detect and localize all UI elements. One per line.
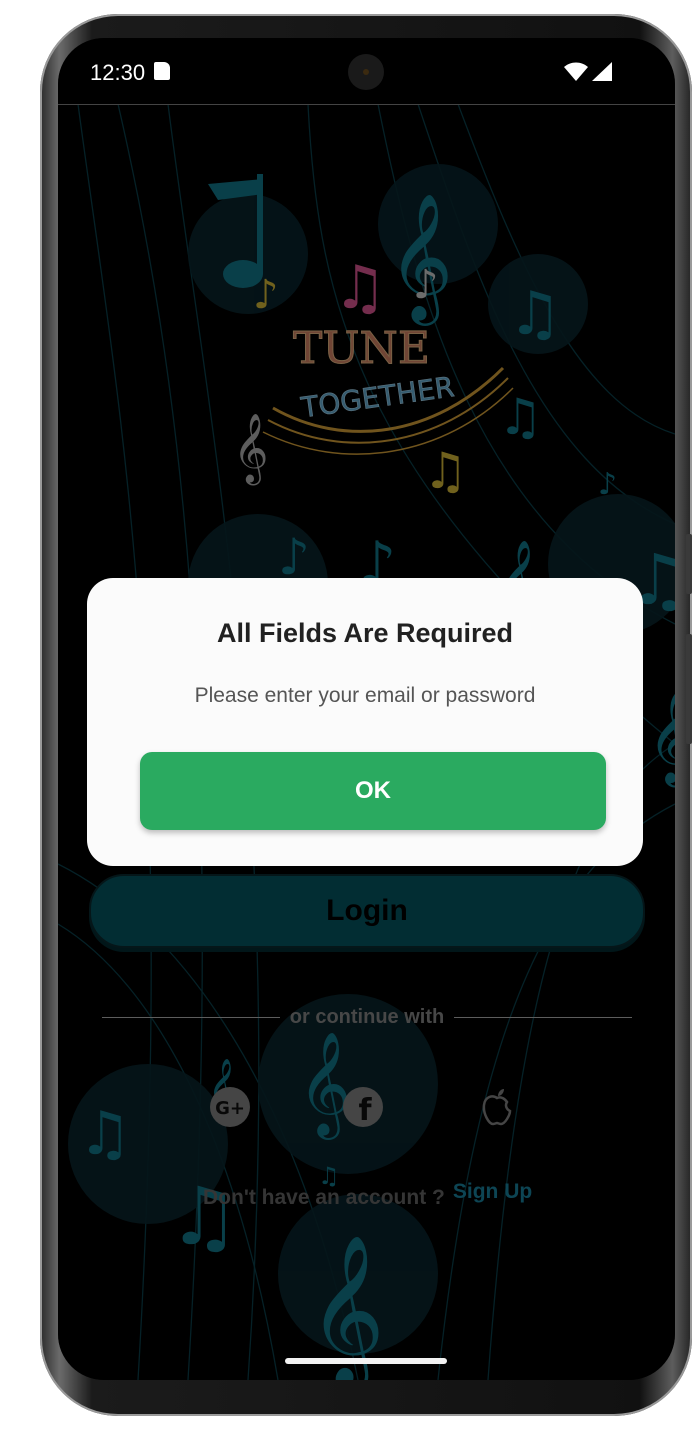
cellular-signal-icon [592, 62, 612, 81]
volume-button [686, 534, 692, 594]
sd-card-icon [154, 62, 170, 80]
home-indicator[interactable] [285, 1358, 447, 1364]
status-time: 12:30 [90, 60, 146, 85]
dialog-title: All Fields Are Required [216, 618, 514, 648]
front-camera [348, 54, 384, 90]
status-bar: 12:30 [58, 38, 675, 105]
ok-button[interactable]: OK [140, 752, 606, 830]
screen: 𝄞 ♫ ♫ ♪ ♫ 𝄞 ♪ ♪ ♫ 𝄞 𝄞 ♫ 𝄞 ♫ 𝄞 ♫ ♪ ♪ ♫ 𝄞 … [58, 38, 675, 1380]
alert-dialog: All Fields Are Required Please enter you… [87, 578, 643, 866]
dialog-message: Please enter your email or password [194, 684, 536, 707]
power-button [686, 634, 692, 744]
wifi-icon [564, 62, 588, 81]
